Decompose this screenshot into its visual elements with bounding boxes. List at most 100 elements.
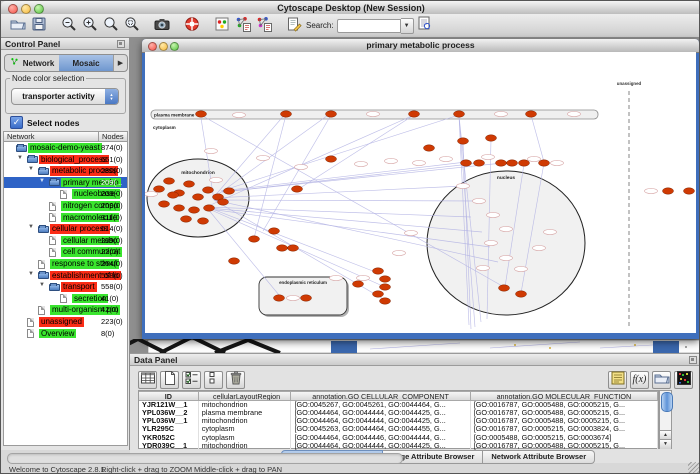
network-node[interactable] — [458, 138, 469, 144]
save-session-button[interactable] — [28, 16, 49, 35]
table-cell[interactable]: YLR295C — [139, 425, 199, 433]
network-node[interactable] — [326, 111, 337, 117]
tree-row[interactable]: ▼establishment of lo558(0) — [4, 270, 127, 282]
snapshot-camera-button[interactable] — [151, 16, 172, 35]
attribute-toggle-button[interactable] — [204, 371, 223, 389]
tree-row[interactable]: ▼biological_process651(0) — [4, 154, 127, 166]
table-cell[interactable]: [GO:0016787, GO:0005215, GO:0003824, G..… — [471, 425, 658, 433]
table-row[interactable]: YLR295Ccytoplasm[GO:0045263, GO:0044464,… — [139, 425, 658, 433]
attribute-form-button[interactable] — [608, 371, 627, 389]
float-data-panel-icon[interactable] — [689, 356, 697, 364]
network-window-titlebar[interactable]: primary metabolic process — [142, 39, 699, 53]
network-node[interactable] — [326, 156, 337, 162]
function-builder-button[interactable]: f(x) — [630, 371, 649, 389]
network-node[interactable] — [684, 188, 695, 194]
zoom-fit-button[interactable] — [100, 16, 121, 35]
table-column-header[interactable]: _cellularLayoutRegion — [199, 391, 292, 401]
table-cell[interactable]: cytoplasm — [199, 425, 292, 433]
network-node[interactable] — [203, 187, 214, 193]
zoom-out-button[interactable] — [58, 16, 79, 35]
tab-mosaic[interactable]: Mosaic — [59, 55, 113, 71]
network-node[interactable] — [516, 291, 527, 297]
table-cell[interactable]: plasma membrane — [199, 409, 292, 417]
annotation-button[interactable] — [283, 16, 304, 35]
table-column-header[interactable]: annotation.GO CELLULAR_COMPONENT — [291, 391, 470, 401]
network-node[interactable] — [519, 160, 530, 166]
node-color-dropdown[interactable]: transporter activity ▲▼ — [11, 88, 119, 105]
import-attributes-button[interactable] — [652, 371, 671, 389]
table-cell[interactable]: [GO:0016787, GO:0005488, GO:0005215, G..… — [471, 417, 658, 425]
network-node[interactable] — [454, 111, 465, 117]
search-input[interactable] — [337, 19, 401, 33]
network-node[interactable] — [373, 268, 384, 274]
tree-row[interactable]: nitrogen compo209(0) — [4, 200, 127, 212]
network-node[interactable] — [274, 295, 285, 301]
network-node[interactable] — [292, 186, 303, 192]
tree-column-nodes[interactable]: Nodes — [98, 131, 128, 142]
expand-arrow-icon[interactable]: ▼ — [17, 155, 23, 161]
tree-column-network[interactable]: Network — [3, 131, 98, 142]
network-node[interactable] — [288, 245, 299, 251]
table-cell[interactable]: [GO:0044464, GO:0044444, GO:0044425, G..… — [291, 409, 470, 417]
select-nodes-checkbox[interactable]: ✓ — [10, 116, 23, 129]
tab-network[interactable]: Network — [5, 55, 59, 71]
network-node[interactable] — [189, 207, 200, 213]
resize-grip[interactable] — [688, 462, 699, 473]
more-tabs-button[interactable]: ▶ — [113, 55, 127, 71]
network-node[interactable] — [229, 258, 240, 264]
network-node[interactable] — [499, 285, 510, 291]
table-cell[interactable]: [GO:0016787, GO:0005488, GO:0005215, G..… — [471, 409, 658, 417]
help-lifesaver-button[interactable] — [181, 16, 202, 35]
table-cell[interactable]: YJR121W__1 — [139, 401, 199, 409]
network-node[interactable] — [181, 216, 192, 222]
tree-row[interactable]: cell communicat22(0) — [4, 246, 127, 258]
network-node[interactable] — [281, 111, 292, 117]
table-cell[interactable]: [GO:0044464, GO:0044444, GO:0044425, G..… — [291, 417, 470, 425]
tree-row[interactable]: mosaic-demo-yeast874(0) — [4, 142, 127, 154]
zoom-selected-button[interactable] — [121, 16, 142, 35]
tree-row[interactable]: ▼cellular process614(0) — [4, 223, 127, 235]
table-cell[interactable]: YPL036W__1 — [139, 417, 199, 425]
table-cell[interactable]: [GO:0045267, GO:0045261, GO:0044464, G..… — [291, 401, 470, 409]
expand-arrow-icon[interactable]: ▼ — [39, 282, 45, 288]
network-node[interactable] — [277, 245, 288, 251]
network-node[interactable] — [353, 281, 364, 287]
table-cell[interactable]: [GO:0005488, GO:0005215, GO:0003674] — [471, 434, 658, 442]
attribute-checklist-button[interactable] — [182, 371, 201, 389]
tree-row[interactable]: Overview8(0) — [4, 328, 127, 340]
network-node[interactable] — [380, 284, 391, 290]
network-node[interactable] — [159, 201, 170, 207]
table-row[interactable]: YKR052Ccytoplasm[GO:0044464, GO:0044446,… — [139, 434, 658, 442]
network-node[interactable] — [198, 218, 209, 224]
table-cell[interactable]: [GO:0016787, GO:0005488, GO:0005215, G..… — [471, 401, 658, 409]
network-graph[interactable]: plasma membranecytoplasmmitochondrionnuc… — [145, 52, 696, 333]
network-node[interactable] — [526, 111, 537, 117]
table-cell[interactable]: [GO:0044464, GO:0044446, GO:0044444, G..… — [291, 434, 470, 442]
network-node[interactable] — [193, 194, 204, 200]
open-file-button[interactable] — [7, 16, 28, 35]
tree-row[interactable]: multi-organism pro42(0) — [4, 304, 127, 316]
new-network-button[interactable] — [253, 16, 274, 35]
network-node[interactable] — [301, 295, 312, 301]
network-node[interactable] — [474, 160, 485, 166]
tree-row[interactable]: ▼metabolic process280(0) — [4, 165, 127, 177]
network-node[interactable] — [154, 186, 165, 192]
new-network-from-selected-button[interactable] — [232, 16, 253, 35]
delete-attribute-button[interactable] — [226, 371, 245, 389]
network-node[interactable] — [373, 291, 384, 297]
table-row[interactable]: YPL036W__2plasma membrane[GO:0044464, GO… — [139, 409, 658, 417]
matrix-view-button[interactable] — [674, 371, 693, 389]
network-node[interactable] — [380, 298, 391, 304]
table-row[interactable]: YJR121W__1mitochondrion[GO:0045267, GO:0… — [139, 401, 658, 409]
select-attributes-button[interactable] — [138, 371, 157, 389]
network-node[interactable] — [168, 192, 179, 198]
expand-arrow-icon[interactable]: ▼ — [28, 271, 34, 277]
network-node[interactable] — [409, 111, 420, 117]
network-node[interactable] — [496, 160, 507, 166]
expand-arrow-icon[interactable]: ▼ — [28, 224, 34, 230]
table-cell[interactable]: mitochondrion — [199, 401, 292, 409]
table-column-header[interactable]: annotation.GO MOLECULAR_FUNCTION — [471, 391, 658, 401]
table-cell[interactable]: YKR052C — [139, 434, 199, 442]
tree-row[interactable]: ▼transport558(0) — [4, 281, 127, 293]
float-panel-icon[interactable] — [117, 40, 125, 48]
